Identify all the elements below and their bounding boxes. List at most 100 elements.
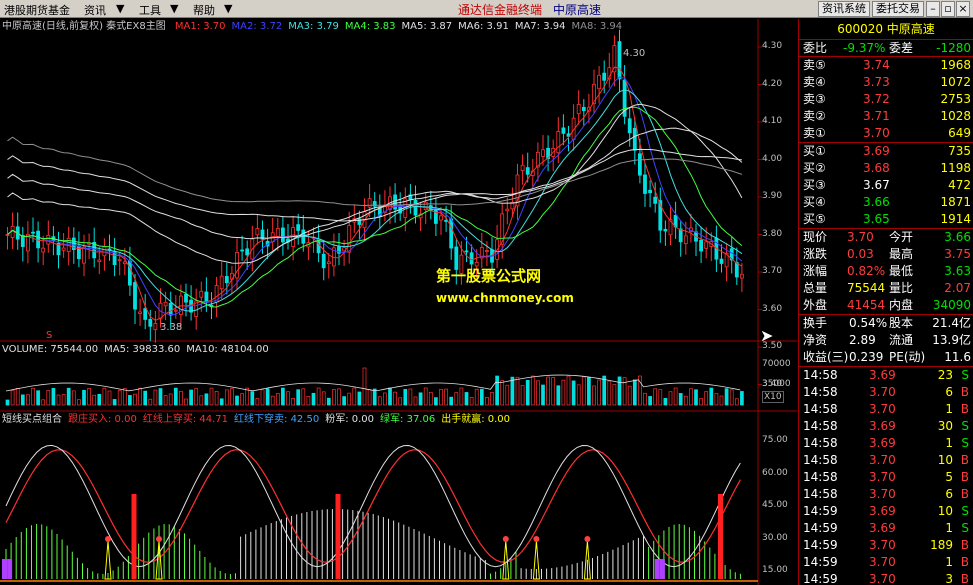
volume-bar <box>362 367 367 406</box>
order-price: 3.68 <box>863 161 890 175</box>
candle-body <box>439 215 443 221</box>
stat-value: 2.07 <box>944 281 971 295</box>
volume-bar <box>495 375 499 406</box>
volume-bar <box>500 380 505 406</box>
order-level-label: 卖④ <box>803 75 826 89</box>
signal-dot <box>533 536 540 542</box>
volume-axis-tick: 35000 <box>762 379 791 389</box>
volume-bar <box>179 390 183 406</box>
candle-body <box>556 131 561 154</box>
tick-time: 14:58 <box>803 385 838 399</box>
stat-value: 3.75 <box>944 247 971 261</box>
menu-caret-tools[interactable]: ▼ <box>170 2 178 15</box>
sell-order-row: 卖② 3.71 1028 <box>799 108 973 125</box>
volume-axis-tick: 70000 <box>762 359 791 369</box>
candle-body <box>648 189 652 194</box>
menu-caret-help[interactable]: ▼ <box>224 2 232 15</box>
buy-orders: 买① 3.69 735 买② 3.68 1198 买③ 3.67 472 买④ 3.66 1871 买⑤… <box>799 143 973 229</box>
volume-bar <box>163 395 168 406</box>
tick-list[interactable]: 14:58 3.69 23 S 14:58 3.70 6 B 14:58 3.70 1 B 14:58 3… <box>799 367 973 585</box>
stat-value: 0.239 <box>849 350 884 364</box>
candle-body <box>525 167 530 175</box>
volume-bar <box>337 388 341 406</box>
volume-bar <box>357 391 362 406</box>
volume-bar <box>434 397 438 406</box>
info-system-button[interactable]: 资讯系统 <box>818 1 870 17</box>
restore-icon[interactable]: ▫ <box>941 1 955 17</box>
volume-bar <box>678 393 683 406</box>
minimize-icon[interactable]: – <box>926 1 940 17</box>
volume-bar <box>551 377 556 406</box>
stat-value: 0.82% <box>847 264 886 278</box>
menu-help[interactable]: 帮助 <box>193 2 215 18</box>
candle-body <box>632 127 637 151</box>
chart-canvas[interactable] <box>0 19 797 585</box>
volume-bar <box>173 387 178 406</box>
tick-time: 14:58 <box>803 453 838 467</box>
tick-price: 3.70 <box>869 402 896 416</box>
volume-bar <box>87 388 91 406</box>
volume-bar <box>189 389 193 406</box>
candle-body <box>627 118 632 134</box>
window-stock-name: 中原高速 <box>553 3 602 17</box>
tick-side: B <box>960 572 969 585</box>
indicator-legend-item: 绿军: 37.06 <box>380 414 436 425</box>
buy-order-row: 买④ 3.66 1871 <box>799 194 973 211</box>
volume-bar <box>158 388 163 406</box>
order-volume: 472 <box>948 178 971 192</box>
menu-info[interactable]: 资讯 <box>84 2 106 18</box>
indicator-legend-item: 粉军: 0.00 <box>325 414 375 425</box>
volume-bar <box>413 396 418 406</box>
volume-bar <box>347 392 352 406</box>
volume-bar <box>592 385 596 406</box>
volume-bar <box>36 390 40 406</box>
price-axis-tick: 3.90 <box>762 191 783 201</box>
candle-body <box>413 200 418 216</box>
close-icon[interactable]: × <box>956 1 970 17</box>
candle-body <box>112 251 117 265</box>
order-level-label: 卖① <box>803 126 826 140</box>
volume-bar <box>734 398 739 406</box>
indicator-axis-tick: 60.00 <box>762 467 788 478</box>
candle-body <box>576 103 581 115</box>
volume-bar <box>77 399 81 406</box>
chart-area[interactable]: 中原高速(日线,前复权) 秦式EX8主图 MA1: 3.70 MA2: 3.72 M… <box>0 19 797 585</box>
stat-value: 3.70 <box>847 230 874 244</box>
menu-hk-futures-funds[interactable]: 港股期货基金 <box>4 2 70 18</box>
stat-value: 75544 <box>847 281 886 295</box>
tick-side: S <box>961 419 969 433</box>
main-chart-title: 中原高速(日线,前复权) 秦式EX8主图 <box>2 21 166 32</box>
tick-volume: 1 <box>945 555 953 569</box>
menu-tools[interactable]: 工具 <box>139 2 161 18</box>
weibi-value: -9.37% <box>843 41 886 55</box>
volume-bar <box>505 384 510 406</box>
volume-bar <box>117 389 122 406</box>
candle-body <box>117 259 122 262</box>
candle-body <box>245 248 250 256</box>
candle-body <box>597 74 601 90</box>
volume-bar <box>92 394 97 406</box>
volume-bar <box>383 392 387 406</box>
tick-price: 3.69 <box>869 521 896 535</box>
order-level-label: 卖② <box>803 109 826 123</box>
volume-bar <box>230 388 234 406</box>
menu-caret-info[interactable]: ▼ <box>116 2 124 15</box>
order-price: 3.73 <box>863 75 890 89</box>
volume-bar <box>643 392 647 406</box>
candle-body <box>61 247 66 251</box>
tick-price: 3.70 <box>869 470 896 484</box>
trade-button[interactable]: 委托交易 <box>872 1 924 17</box>
candle-body <box>31 231 35 234</box>
volume-bar <box>714 393 719 406</box>
volume-bar <box>20 394 25 406</box>
tick-row: 14:58 3.70 1 B <box>799 401 973 418</box>
candle-body <box>133 282 137 310</box>
volume-bar <box>286 391 290 406</box>
stat-label: 涨跌 <box>803 247 828 261</box>
volume-bar <box>265 388 270 406</box>
price-axis-tick: 3.60 <box>762 303 783 314</box>
indicator-axis-tick: 75.00 <box>762 435 788 445</box>
fundamental-row: 收益(三) 0.239 PE(动) 11.6 <box>799 349 973 366</box>
volume-bar <box>306 396 311 406</box>
candle-body <box>153 323 158 331</box>
